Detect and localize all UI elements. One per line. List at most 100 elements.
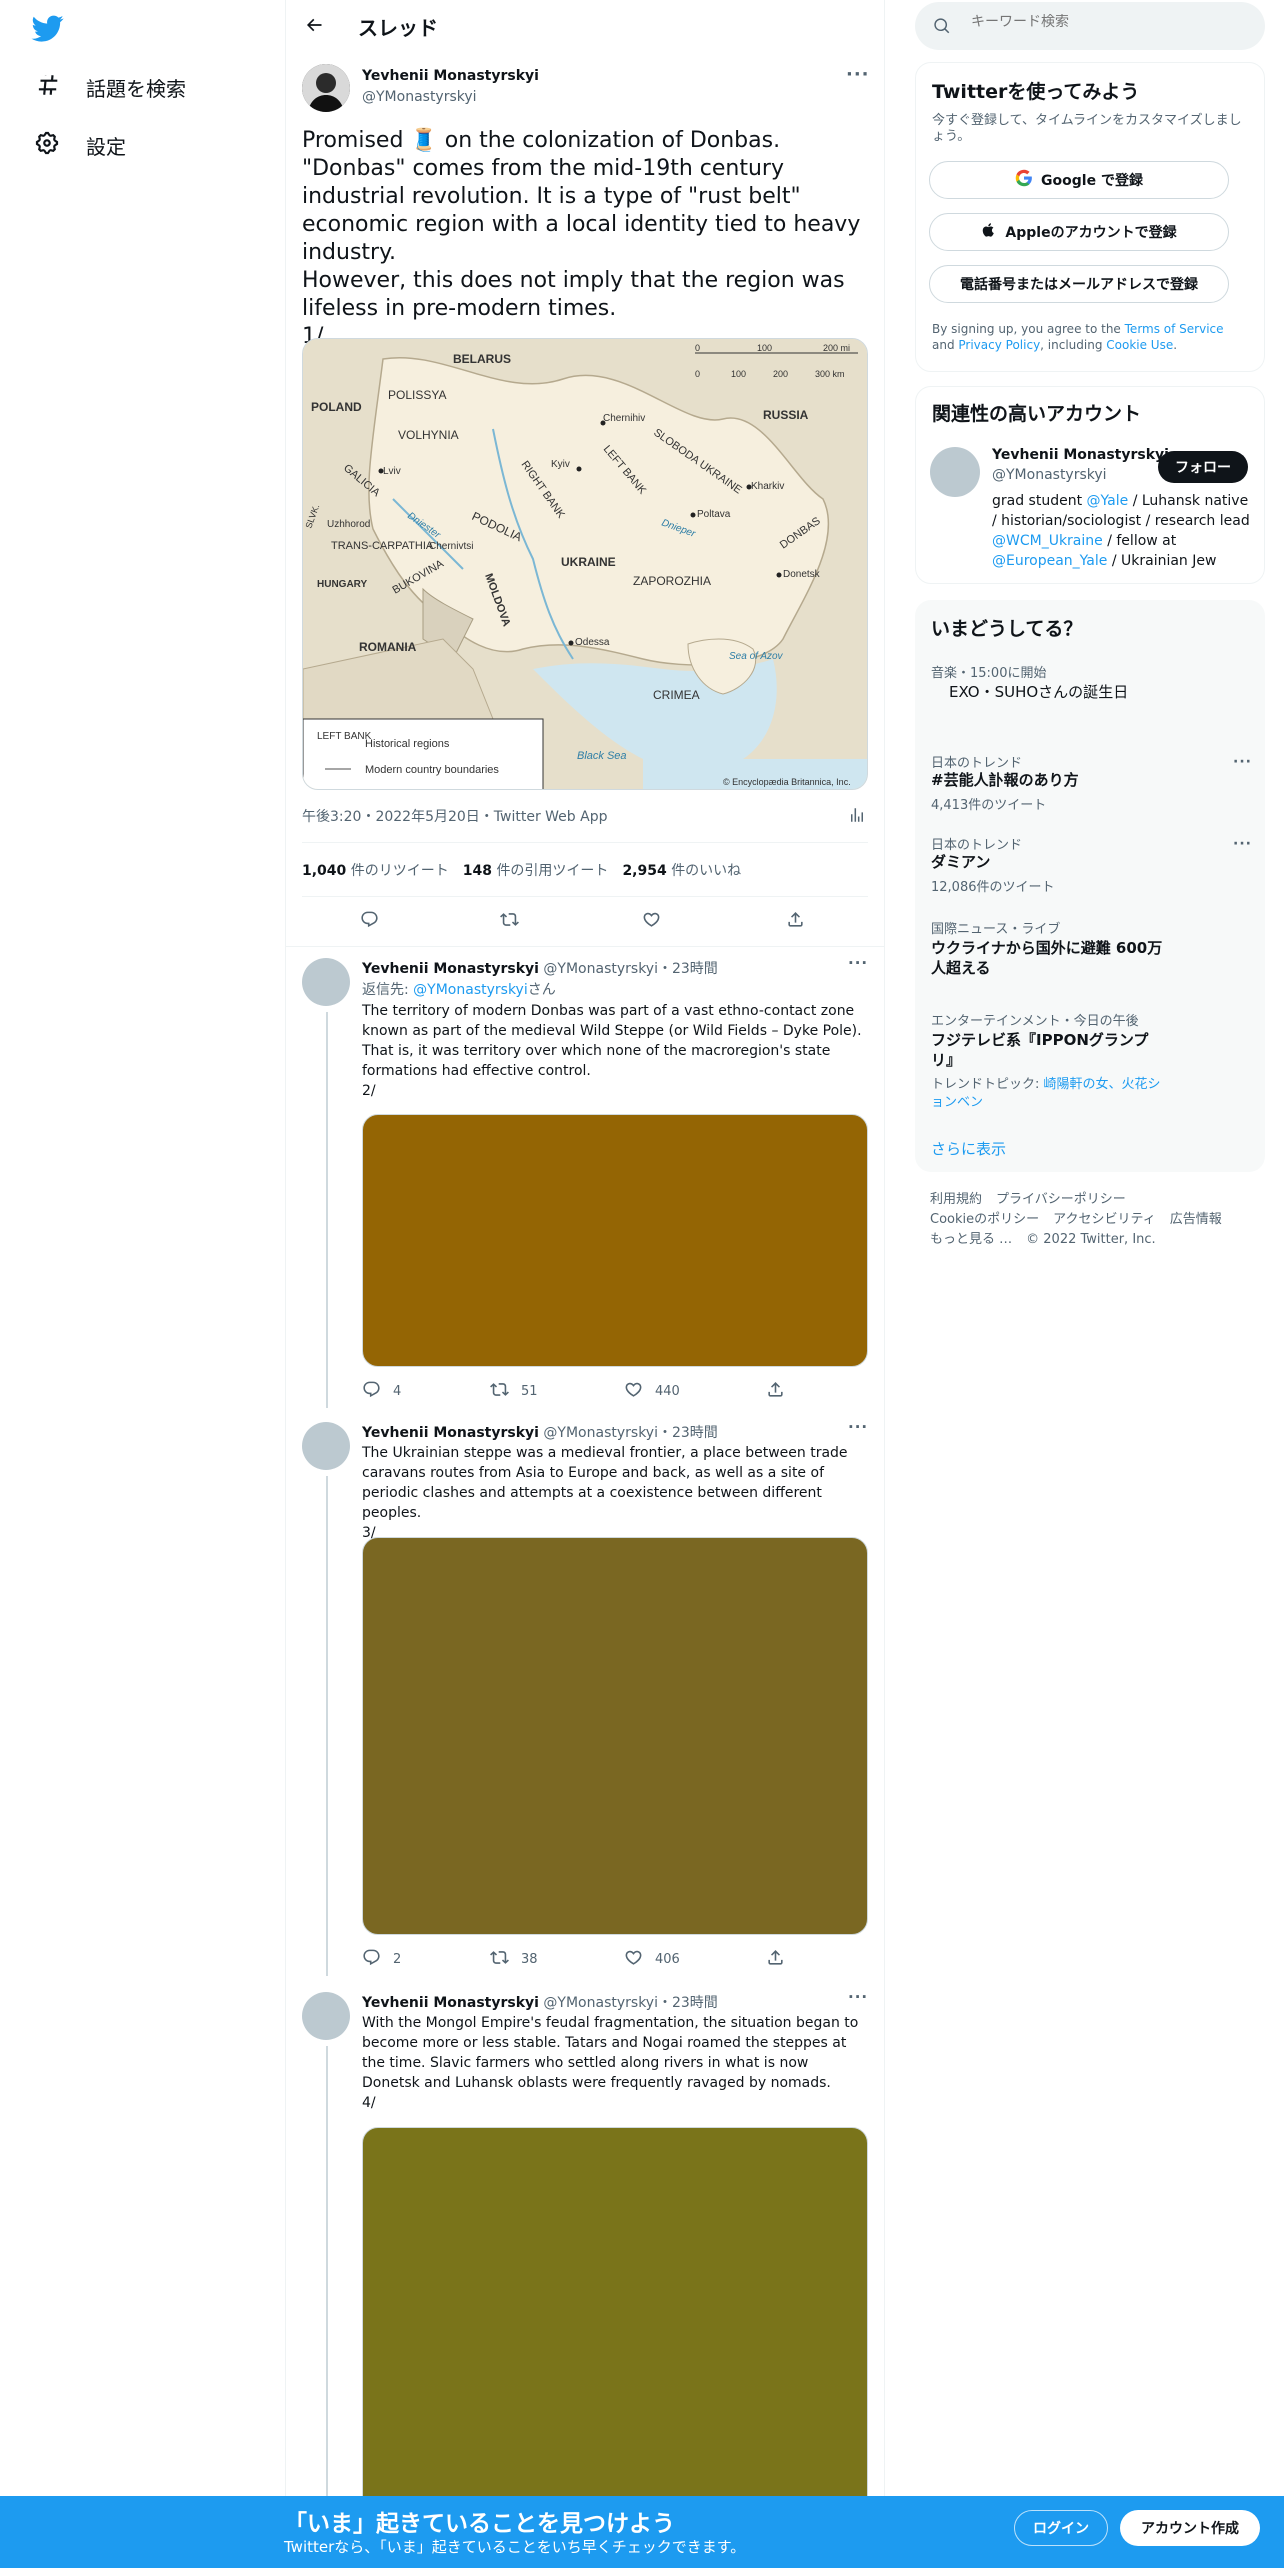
map-label: BELARUS: [453, 352, 511, 366]
trends-title: いまどうしてる？: [931, 618, 1083, 640]
bio-mention[interactable]: @European_Yale: [992, 553, 1107, 569]
bio-mention[interactable]: @Yale: [1087, 493, 1129, 509]
author-avatar[interactable]: [302, 64, 350, 112]
more-options-icon[interactable]: ···: [848, 1988, 868, 2006]
map-label: RUSSIA: [763, 408, 809, 422]
follow-button[interactable]: フォロー: [1158, 451, 1248, 483]
tweet-media-map[interactable]: BELARUS RUSSIA POLAND POLISSYA VOLHYNIA …: [302, 338, 868, 790]
reply-icon: [360, 910, 379, 933]
retweet-button[interactable]: 51: [490, 1380, 538, 1403]
map-label: UKRAINE: [561, 555, 616, 569]
map-label: Sea of Azov: [729, 651, 784, 662]
relevant-handle[interactable]: @YMonastyrskyi: [992, 467, 1107, 483]
footer-privacy[interactable]: プライバシーポリシー: [996, 1190, 1126, 1210]
reply-to-line: 返信先: @YMonastyrskyiさん: [362, 979, 556, 999]
map-scale-label: 200: [773, 369, 788, 379]
reply-author-name[interactable]: Yevhenii Monastyrskyi: [362, 1995, 539, 2011]
reply-author-name[interactable]: Yevhenii Monastyrskyi: [362, 961, 539, 977]
more-options-icon[interactable]: ···: [1233, 754, 1252, 770]
map-scale-label: 200 mi: [823, 343, 850, 353]
relevant-accounts-panel: 関連性の高いアカウント Yevhenii Monastyrskyi @YMona…: [915, 386, 1265, 584]
map-label: Uzhhorod: [327, 519, 370, 530]
search-bar[interactable]: [915, 2, 1265, 50]
share-icon: [766, 1948, 785, 1971]
terms-link[interactable]: Terms of Service: [1125, 322, 1224, 336]
reply-author-name[interactable]: Yevhenii Monastyrskyi: [362, 1425, 539, 1441]
trend-title: EXO・SUHOさんの誕生日: [949, 683, 1129, 701]
terms-text: By signing up, you agree to the Terms of…: [932, 321, 1248, 353]
share-button[interactable]: [766, 1380, 785, 1403]
retweet-count: 1,040: [302, 863, 347, 879]
reply-to-handle[interactable]: @YMonastyrskyi: [413, 982, 528, 998]
footer-ads[interactable]: 広告情報: [1170, 1210, 1222, 1230]
share-icon: [766, 1380, 785, 1403]
apple-signup-button[interactable]: Appleのアカウントで登録: [929, 213, 1229, 251]
retweet-button[interactable]: 38: [490, 1948, 538, 1971]
twitter-logo-icon[interactable]: [30, 12, 66, 44]
cookie-link[interactable]: Cookie Use: [1106, 338, 1173, 352]
phone-email-signup-button[interactable]: 電話番号またはメールアドレスで登録: [929, 265, 1229, 303]
footer-more[interactable]: もっと見る …: [930, 1230, 1012, 1250]
reply-button[interactable]: 2: [362, 1948, 401, 1971]
share-button[interactable]: [786, 910, 805, 933]
bottom-signup-bar: 「いま」起きていることを見つけよう Twitterなら、「いま」起きていることを…: [0, 2496, 1284, 2568]
footer-terms[interactable]: 利用規約: [930, 1190, 982, 1210]
relevant-avatar[interactable]: [930, 447, 980, 497]
more-options-icon[interactable]: ···: [846, 64, 870, 85]
google-signup-button[interactable]: Google で登録: [929, 161, 1229, 199]
show-more-link[interactable]: さらに表示: [931, 1138, 1006, 1159]
like-stat[interactable]: 2,954 件のいいね: [622, 860, 741, 880]
footer-cookie[interactable]: Cookieのポリシー: [930, 1210, 1039, 1230]
reply-media[interactable]: [362, 1114, 868, 1367]
bio-mention[interactable]: @WCM_Ukraine: [992, 533, 1103, 549]
relevant-name[interactable]: Yevhenii Monastyrskyi: [992, 447, 1169, 463]
more-options-icon[interactable]: ···: [1233, 836, 1252, 852]
google-signup-label: Google で登録: [1041, 173, 1143, 189]
tweet-stats: 1,040 件のリツイート 148 件の引用ツイート 2,954 件のいいね: [302, 860, 741, 880]
map-label: Chernivtsi: [429, 541, 473, 552]
author-handle[interactable]: @YMonastyrskyi: [362, 89, 477, 105]
hashtag-icon: [34, 72, 60, 103]
reply-count: 2: [393, 1952, 402, 1967]
reply-avatar[interactable]: [302, 958, 350, 1006]
analytics-icon[interactable]: [848, 806, 866, 824]
tweet-text: Promised 🧵 on the colonization of Donbas…: [302, 127, 868, 351]
reply-button[interactable]: [360, 910, 379, 933]
nav-explore[interactable]: 話題を検索: [34, 72, 186, 103]
page-title: スレッド: [358, 16, 438, 40]
privacy-link[interactable]: Privacy Policy: [958, 338, 1040, 352]
retweet-stat[interactable]: 1,040 件のリツイート: [302, 860, 449, 880]
trend-category: 音楽・15:00に開始: [931, 666, 1047, 681]
trend-category: 日本のトレンド: [931, 838, 1023, 853]
quote-count: 148: [462, 863, 492, 879]
like-button[interactable]: 406: [624, 1948, 680, 1971]
reply-button[interactable]: 4: [362, 1380, 401, 1403]
nav-settings[interactable]: 設定: [34, 130, 126, 161]
more-options-icon[interactable]: ···: [848, 954, 868, 972]
quote-stat[interactable]: 148 件の引用ツイート: [463, 860, 609, 880]
more-options-icon[interactable]: ···: [848, 1418, 868, 1436]
map-label: Poltava: [697, 509, 731, 520]
trend-title: #芸能人訃報のあり方: [931, 771, 1079, 789]
retweet-button[interactable]: [500, 910, 519, 933]
share-icon: [786, 910, 805, 933]
footer-accessibility[interactable]: アクセシビリティ: [1053, 1210, 1156, 1230]
create-account-button[interactable]: アカウント作成: [1120, 2510, 1260, 2546]
search-input[interactable]: [971, 14, 1241, 30]
login-button[interactable]: ログイン: [1014, 2510, 1108, 2546]
like-button[interactable]: 440: [624, 1380, 680, 1403]
reply-avatar[interactable]: [302, 1992, 350, 2040]
back-button[interactable]: [300, 13, 328, 41]
reply-meta: @YMonastyrskyi・23時間: [543, 1995, 718, 2011]
tweet-timestamp[interactable]: 午後3:20・2022年5月20日・Twitter Web App: [302, 806, 607, 826]
like-button[interactable]: [642, 910, 661, 933]
legend-historical: Historical regions: [365, 738, 450, 750]
reply-media[interactable]: [362, 1537, 868, 1935]
author-name[interactable]: Yevhenii Monastyrskyi: [362, 68, 539, 84]
trends-panel: いまどうしてる？ 音楽・15:00に開始 EXO・SUHOさんの誕生日 日本のト…: [915, 600, 1265, 1172]
reply-body: The Ukrainian steppe was a medieval fron…: [362, 1445, 848, 1521]
trend-title: ダミアン: [931, 853, 991, 871]
reply-avatar[interactable]: [302, 1422, 350, 1470]
share-button[interactable]: [766, 1948, 785, 1971]
map-scale-label: 100: [731, 369, 746, 379]
